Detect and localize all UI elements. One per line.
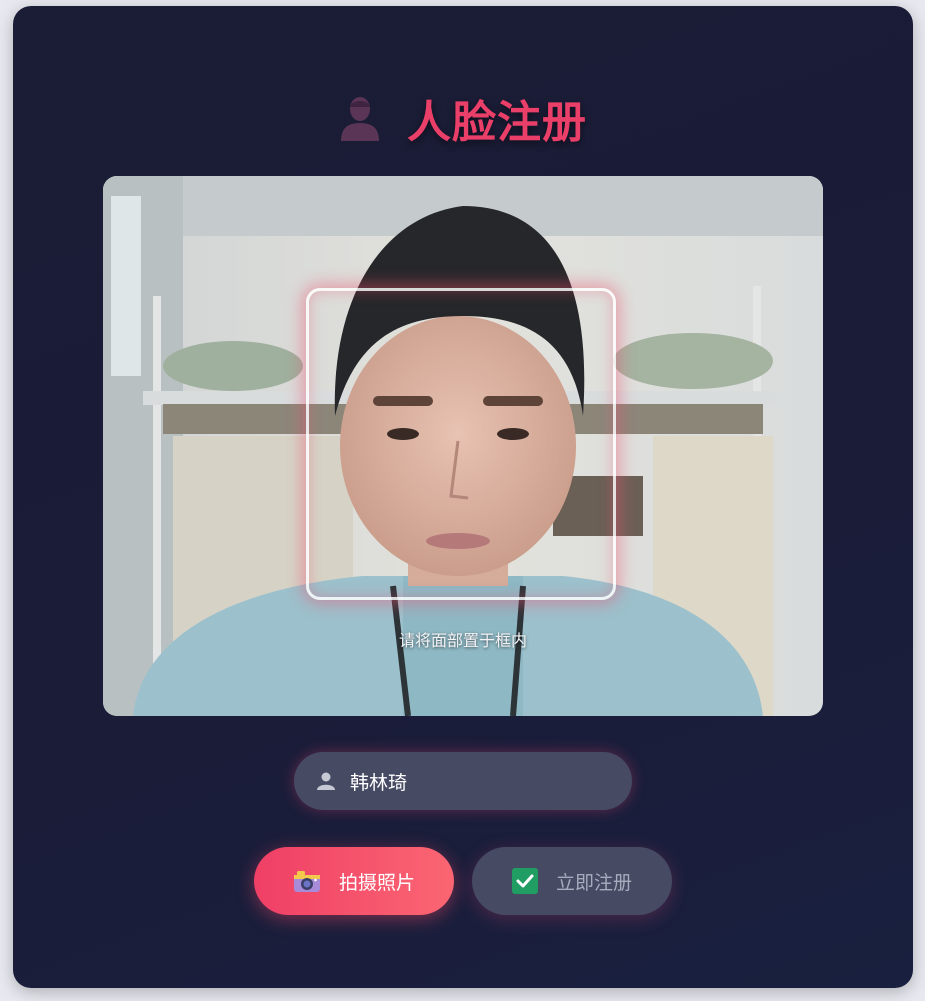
page-title: 人脸注册 <box>407 97 587 148</box>
capture-photo-button[interactable]: 拍摄照片 <box>254 847 454 915</box>
camera-icon <box>293 871 320 892</box>
check-box-icon <box>511 868 538 894</box>
face-guide-frame <box>306 288 616 600</box>
registration-card: 人脸注册 请将面部置于框内 韩林琦 拍摄照片 立即注册 <box>13 6 913 988</box>
capture-button-label: 拍摄照片 <box>338 871 415 894</box>
camera-preview: 请将面部置于框内 <box>103 176 823 716</box>
register-button[interactable]: 立即注册 <box>472 847 672 915</box>
user-icon <box>317 772 335 790</box>
name-field[interactable] <box>294 752 632 810</box>
name-input[interactable] <box>348 769 602 793</box>
register-button-label: 立即注册 <box>555 871 632 894</box>
face-hint-text: 请将面部置于框内 <box>398 631 527 650</box>
title-row: 人脸注册 <box>13 88 913 148</box>
person-silhouette-icon <box>341 97 379 141</box>
